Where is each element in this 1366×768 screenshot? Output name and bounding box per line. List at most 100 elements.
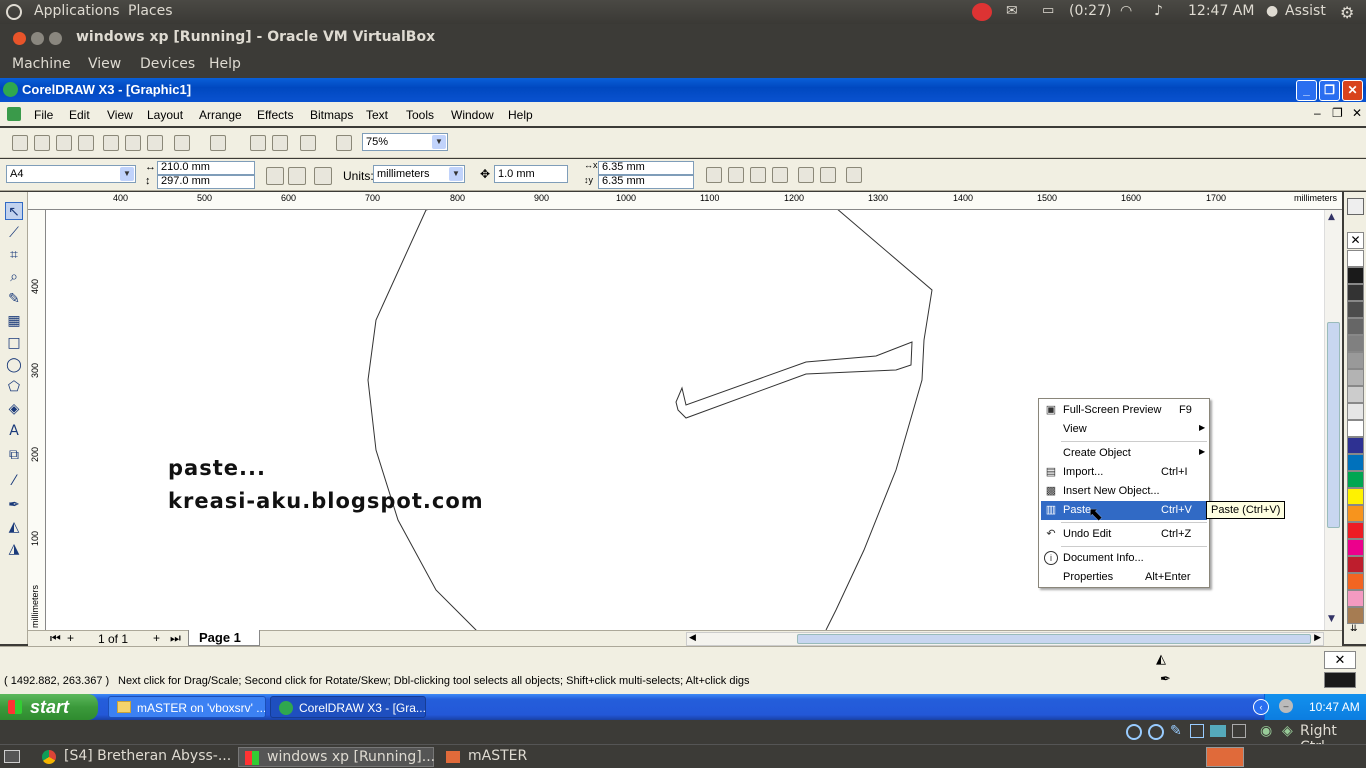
fill-tool-icon[interactable]: ◭ bbox=[5, 518, 23, 536]
snap-grid-icon[interactable] bbox=[706, 167, 722, 183]
page-height-field[interactable]: 297.0 mm bbox=[157, 175, 255, 189]
crop-tool-icon[interactable]: ⌗ bbox=[5, 246, 23, 264]
menu-item-full-screen-preview[interactable]: ▣ Full-Screen Preview F9 bbox=[1041, 401, 1207, 420]
nudge-distance-field[interactable]: 1.0 mm bbox=[494, 165, 568, 183]
snap-guidelines-icon[interactable] bbox=[728, 167, 744, 183]
user-name[interactable]: Assist bbox=[1285, 3, 1326, 19]
menu-bitmaps[interactable]: Bitmaps bbox=[310, 108, 353, 122]
close-icon[interactable] bbox=[13, 32, 26, 45]
menu-devices[interactable]: Devices bbox=[140, 56, 195, 72]
menu-file[interactable]: File bbox=[34, 108, 53, 122]
menu-item-import[interactable]: ▤ Import... Ctrl+I bbox=[1041, 463, 1207, 482]
task-chrome[interactable]: [S4] Bretheran Abyss-... bbox=[36, 747, 232, 767]
menu-machine[interactable]: Machine bbox=[12, 56, 71, 72]
color-swatch[interactable] bbox=[1347, 335, 1364, 352]
zoom-level-select[interactable]: 75% ▼ bbox=[362, 133, 448, 151]
session-gear-icon[interactable]: ⚙ bbox=[1340, 3, 1354, 22]
menu-edit[interactable]: Edit bbox=[69, 108, 90, 122]
color-swatch[interactable] bbox=[1347, 352, 1364, 369]
add-page-before-icon[interactable]: + bbox=[67, 631, 74, 645]
menu-item-properties[interactable]: Properties Alt+Enter bbox=[1041, 568, 1207, 587]
color-swatch[interactable] bbox=[1347, 420, 1364, 437]
task-master-folder[interactable]: mASTER bbox=[440, 747, 560, 767]
no-color-swatch[interactable]: ✕ bbox=[1347, 232, 1364, 249]
menu-arrange[interactable]: Arrange bbox=[199, 108, 242, 122]
color-swatch[interactable] bbox=[1347, 522, 1364, 539]
xp-clock[interactable]: 10:47 AM bbox=[1309, 700, 1360, 714]
snap-objects-icon[interactable] bbox=[750, 167, 766, 183]
vertical-ruler[interactable]: 400 300 200 100 millimeters bbox=[28, 210, 46, 630]
menu-item-paste[interactable]: ▥ Paste Ctrl+V bbox=[1041, 501, 1207, 520]
ellipse-tool-icon[interactable]: ◯ bbox=[5, 356, 23, 374]
scroll-right-icon[interactable]: ▶ bbox=[1314, 632, 1321, 643]
applications-menu[interactable]: Applications bbox=[34, 3, 120, 19]
fill-none-swatch[interactable]: ✕ bbox=[1324, 651, 1356, 669]
color-swatch[interactable] bbox=[1347, 488, 1364, 505]
horizontal-scrollbar[interactable]: ◀ ▶ bbox=[686, 632, 1324, 646]
scroll-thumb[interactable] bbox=[797, 634, 1311, 644]
tray-expand-icon[interactable]: ‹ bbox=[1253, 699, 1269, 715]
undo-icon[interactable] bbox=[174, 135, 190, 151]
virtualization-icon[interactable]: ◉ bbox=[1260, 723, 1272, 739]
copy-icon[interactable] bbox=[125, 135, 141, 151]
doc-close-icon[interactable]: ✕ bbox=[1352, 106, 1362, 120]
mouse-integration-icon[interactable]: ◈ bbox=[1282, 723, 1293, 739]
scroll-left-icon[interactable]: ◀ bbox=[689, 632, 696, 643]
color-swatch[interactable] bbox=[1347, 454, 1364, 471]
polygon-tool-icon[interactable]: ⬠ bbox=[5, 378, 23, 396]
shape-tool-icon[interactable]: ⟋ bbox=[5, 224, 23, 242]
page-tab[interactable]: Page 1 bbox=[188, 630, 260, 646]
outline-tool-icon[interactable]: ✒ bbox=[5, 496, 23, 514]
menu-help[interactable]: Help bbox=[508, 108, 533, 122]
minimize-icon[interactable]: _ bbox=[1296, 80, 1317, 101]
portrait-icon[interactable] bbox=[266, 167, 284, 185]
cut-icon[interactable] bbox=[103, 135, 119, 151]
color-swatch[interactable] bbox=[1347, 267, 1364, 284]
basic-shapes-icon[interactable]: ◈ bbox=[5, 400, 23, 418]
menu-tools[interactable]: Tools bbox=[406, 108, 434, 122]
minimize-icon[interactable] bbox=[31, 32, 44, 45]
color-swatch[interactable] bbox=[1347, 301, 1364, 318]
hard-disk-icon[interactable] bbox=[1126, 724, 1142, 740]
network-icon[interactable] bbox=[1190, 724, 1204, 738]
color-swatch[interactable] bbox=[1347, 539, 1364, 556]
color-swatch[interactable] bbox=[1347, 590, 1364, 607]
eyedropper-tool-icon[interactable]: ⁄ bbox=[5, 472, 23, 490]
draw-object-icon[interactable] bbox=[820, 167, 836, 183]
menu-item-view[interactable]: View ▶ bbox=[1041, 420, 1207, 439]
color-swatch[interactable] bbox=[1347, 471, 1364, 488]
landscape-icon[interactable] bbox=[288, 167, 306, 185]
units-select[interactable]: millimeters ▼ bbox=[373, 165, 465, 183]
doc-restore-icon[interactable]: ❐ bbox=[1332, 106, 1343, 120]
menu-window[interactable]: Window bbox=[451, 108, 494, 122]
task-vbox[interactable]: windows xp [Running]... bbox=[238, 747, 435, 767]
scroll-thumb[interactable] bbox=[1327, 322, 1340, 528]
vertical-scrollbar[interactable]: ▲ ▼ bbox=[1324, 210, 1342, 630]
optical-drive-icon[interactable] bbox=[1148, 724, 1164, 740]
outline-color-swatch[interactable] bbox=[1324, 672, 1356, 688]
pick-tool-icon[interactable]: ↖ bbox=[5, 202, 23, 220]
rectangle-tool-icon[interactable]: □ bbox=[5, 334, 23, 352]
menu-text[interactable]: Text bbox=[366, 108, 388, 122]
treat-as-filled-icon[interactable] bbox=[798, 167, 814, 183]
welcome-screen-icon[interactable] bbox=[336, 135, 352, 151]
volume-tray-icon[interactable]: – bbox=[1279, 699, 1293, 713]
first-page-icon[interactable]: ⏮ bbox=[50, 631, 61, 646]
volume-icon[interactable]: ♪ bbox=[1154, 3, 1163, 19]
color-swatch[interactable] bbox=[1347, 573, 1364, 590]
places-menu[interactable]: Places bbox=[128, 3, 173, 19]
palette-menu-icon[interactable] bbox=[1347, 198, 1364, 215]
menu-item-document-info[interactable]: i Document Info... bbox=[1041, 549, 1207, 568]
color-swatch[interactable] bbox=[1347, 607, 1364, 624]
close-icon[interactable]: ✕ bbox=[1342, 80, 1363, 101]
taskbar-button-coreldraw[interactable]: CorelDRAW X3 - [Gra... bbox=[270, 696, 426, 718]
clock[interactable]: 12:47 AM bbox=[1188, 3, 1254, 19]
color-swatch[interactable] bbox=[1347, 284, 1364, 301]
dynamic-guides-icon[interactable] bbox=[772, 167, 788, 183]
color-swatch[interactable] bbox=[1347, 437, 1364, 454]
freehand-tool-icon[interactable]: ✎ bbox=[5, 290, 23, 308]
horizontal-ruler[interactable]: 400 500 600 700 800 900 1000 1100 1200 1… bbox=[28, 192, 1342, 210]
print-icon[interactable] bbox=[78, 135, 94, 151]
scroll-down-icon[interactable]: ▼ bbox=[1328, 614, 1335, 624]
duplicate-x-field[interactable]: 6.35 mm bbox=[598, 161, 694, 175]
